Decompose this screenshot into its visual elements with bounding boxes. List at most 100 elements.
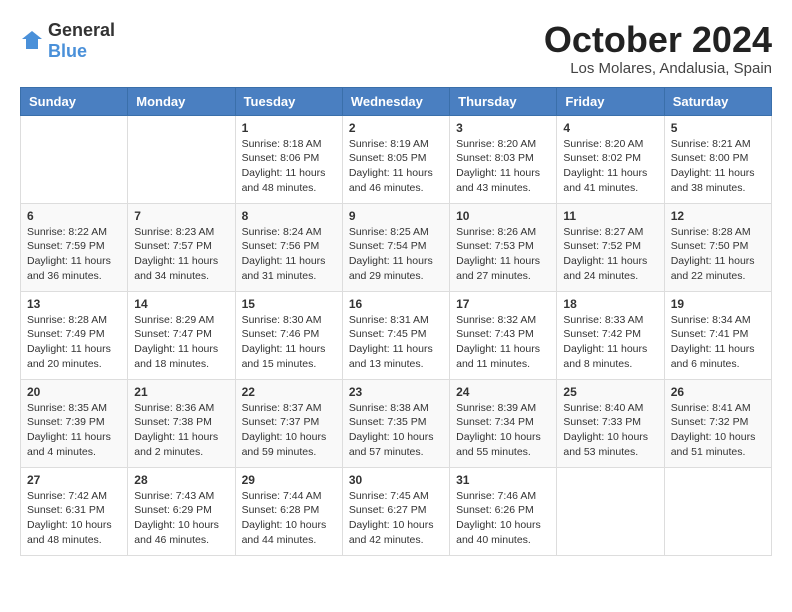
day-info: Sunrise: 7:44 AM Sunset: 6:28 PM Dayligh… [242, 489, 336, 548]
day-info: Sunrise: 8:37 AM Sunset: 7:37 PM Dayligh… [242, 401, 336, 460]
day-info: Sunrise: 8:28 AM Sunset: 7:49 PM Dayligh… [27, 313, 121, 372]
calendar-cell: 27 Sunrise: 7:42 AM Sunset: 6:31 PM Dayli… [21, 467, 128, 555]
day-info: Sunrise: 8:39 AM Sunset: 7:34 PM Dayligh… [456, 401, 550, 460]
calendar-cell: 30Sunrise: 7:45 AM Sunset: 6:27 PM Dayli… [342, 467, 449, 555]
day-info: Sunrise: 8:22 AM Sunset: 7:59 PM Dayligh… [27, 225, 121, 284]
calendar-cell: 13 Sunrise: 8:28 AM Sunset: 7:49 PM Dayli… [21, 291, 128, 379]
calendar-week-row: 20 Sunrise: 8:35 AM Sunset: 7:39 PM Dayli… [21, 379, 772, 467]
day-number: 28 [134, 473, 228, 487]
day-number: 31 [456, 473, 550, 487]
day-number: 22 [242, 385, 336, 399]
day-number: 8 [242, 209, 336, 223]
calendar-week-row: 1 Sunrise: 8:18 AM Sunset: 8:06 PM Daylig… [21, 115, 772, 203]
day-info: Sunrise: 8:18 AM Sunset: 8:06 PM Dayligh… [242, 137, 336, 196]
day-info: Sunrise: 7:42 AM Sunset: 6:31 PM Dayligh… [27, 489, 121, 548]
day-number: 11 [563, 209, 657, 223]
day-number: 10 [456, 209, 550, 223]
logo-text: General Blue [48, 20, 115, 62]
calendar-cell: 15Sunrise: 8:30 AM Sunset: 7:46 PM Dayli… [235, 291, 342, 379]
day-number: 15 [242, 297, 336, 311]
calendar-week-row: 27 Sunrise: 7:42 AM Sunset: 6:31 PM Dayli… [21, 467, 772, 555]
calendar-header-thursday: Thursday [450, 87, 557, 115]
calendar-cell: 3Sunrise: 8:20 AM Sunset: 8:03 PM Daylig… [450, 115, 557, 203]
day-info: Sunrise: 8:27 AM Sunset: 7:52 PM Dayligh… [563, 225, 657, 284]
day-info: Sunrise: 7:43 AM Sunset: 6:29 PM Dayligh… [134, 489, 228, 548]
day-info: Sunrise: 8:28 AM Sunset: 7:50 PM Dayligh… [671, 225, 765, 284]
day-info: Sunrise: 8:24 AM Sunset: 7:56 PM Dayligh… [242, 225, 336, 284]
day-info: Sunrise: 8:26 AM Sunset: 7:53 PM Dayligh… [456, 225, 550, 284]
calendar-cell: 31 Sunrise: 7:46 AM Sunset: 6:26 PM Dayli… [450, 467, 557, 555]
calendar-cell: 20 Sunrise: 8:35 AM Sunset: 7:39 PM Dayli… [21, 379, 128, 467]
calendar-cell: 4 Sunrise: 8:20 AM Sunset: 8:02 PM Daylig… [557, 115, 664, 203]
header: General Blue October 2024 Los Molares, A… [20, 20, 772, 77]
logo: General Blue [20, 20, 115, 62]
calendar-cell: 26 Sunrise: 8:41 AM Sunset: 7:32 PM Dayli… [664, 379, 771, 467]
calendar-cell: 25Sunrise: 8:40 AM Sunset: 7:33 PM Dayli… [557, 379, 664, 467]
day-number: 13 [27, 297, 121, 311]
day-info: Sunrise: 8:41 AM Sunset: 7:32 PM Dayligh… [671, 401, 765, 460]
day-number: 5 [671, 121, 765, 135]
calendar-cell: 11 Sunrise: 8:27 AM Sunset: 7:52 PM Dayli… [557, 203, 664, 291]
calendar-cell [664, 467, 771, 555]
day-info: Sunrise: 7:45 AM Sunset: 6:27 PM Dayligh… [349, 489, 443, 548]
day-info: Sunrise: 8:19 AM Sunset: 8:05 PM Dayligh… [349, 137, 443, 196]
calendar-week-row: 6 Sunrise: 8:22 AM Sunset: 7:59 PM Daylig… [21, 203, 772, 291]
location-title: Los Molares, Andalusia, Spain [544, 60, 772, 77]
calendar-cell: 8 Sunrise: 8:24 AM Sunset: 7:56 PM Daylig… [235, 203, 342, 291]
day-number: 12 [671, 209, 765, 223]
calendar-header-sunday: Sunday [21, 87, 128, 115]
day-number: 7 [134, 209, 228, 223]
day-number: 27 [27, 473, 121, 487]
calendar-cell: 6 Sunrise: 8:22 AM Sunset: 7:59 PM Daylig… [21, 203, 128, 291]
calendar-cell: 9 Sunrise: 8:25 AM Sunset: 7:54 PM Daylig… [342, 203, 449, 291]
calendar-header-row: SundayMondayTuesdayWednesdayThursdayFrid… [21, 87, 772, 115]
day-info: Sunrise: 8:25 AM Sunset: 7:54 PM Dayligh… [349, 225, 443, 284]
day-number: 18 [563, 297, 657, 311]
day-number: 6 [27, 209, 121, 223]
day-number: 14 [134, 297, 228, 311]
logo-icon [20, 29, 44, 53]
day-number: 1 [242, 121, 336, 135]
day-info: Sunrise: 8:34 AM Sunset: 7:41 PM Dayligh… [671, 313, 765, 372]
calendar-cell: 21Sunrise: 8:36 AM Sunset: 7:38 PM Dayli… [128, 379, 235, 467]
calendar-header-tuesday: Tuesday [235, 87, 342, 115]
calendar-cell [21, 115, 128, 203]
calendar-cell: 1 Sunrise: 8:18 AM Sunset: 8:06 PM Daylig… [235, 115, 342, 203]
calendar-header-wednesday: Wednesday [342, 87, 449, 115]
calendar-cell [557, 467, 664, 555]
calendar-cell: 7 Sunrise: 8:23 AM Sunset: 7:57 PM Daylig… [128, 203, 235, 291]
day-info: Sunrise: 8:32 AM Sunset: 7:43 PM Dayligh… [456, 313, 550, 372]
logo-blue: Blue [48, 41, 87, 61]
title-area: October 2024 Los Molares, Andalusia, Spa… [544, 20, 772, 77]
calendar-cell: 12 Sunrise: 8:28 AM Sunset: 7:50 PM Dayli… [664, 203, 771, 291]
calendar-cell: 5 Sunrise: 8:21 AM Sunset: 8:00 PM Daylig… [664, 115, 771, 203]
calendar-header-monday: Monday [128, 87, 235, 115]
day-info: Sunrise: 8:29 AM Sunset: 7:47 PM Dayligh… [134, 313, 228, 372]
calendar-table: SundayMondayTuesdayWednesdayThursdayFrid… [20, 87, 772, 556]
day-number: 20 [27, 385, 121, 399]
day-number: 21 [134, 385, 228, 399]
calendar-cell: 24Sunrise: 8:39 AM Sunset: 7:34 PM Dayli… [450, 379, 557, 467]
calendar-cell: 29Sunrise: 7:44 AM Sunset: 6:28 PM Dayli… [235, 467, 342, 555]
day-info: Sunrise: 8:20 AM Sunset: 8:02 PM Dayligh… [563, 137, 657, 196]
calendar-cell: 19 Sunrise: 8:34 AM Sunset: 7:41 PM Dayli… [664, 291, 771, 379]
day-number: 17 [456, 297, 550, 311]
day-info: Sunrise: 8:38 AM Sunset: 7:35 PM Dayligh… [349, 401, 443, 460]
day-number: 4 [563, 121, 657, 135]
logo-general: General [48, 20, 115, 40]
calendar-cell: 22 Sunrise: 8:37 AM Sunset: 7:37 PM Dayli… [235, 379, 342, 467]
calendar-cell: 18Sunrise: 8:33 AM Sunset: 7:42 PM Dayli… [557, 291, 664, 379]
calendar-cell [128, 115, 235, 203]
day-info: Sunrise: 8:35 AM Sunset: 7:39 PM Dayligh… [27, 401, 121, 460]
day-number: 25 [563, 385, 657, 399]
day-number: 9 [349, 209, 443, 223]
day-info: Sunrise: 8:23 AM Sunset: 7:57 PM Dayligh… [134, 225, 228, 284]
day-info: Sunrise: 7:46 AM Sunset: 6:26 PM Dayligh… [456, 489, 550, 548]
calendar-cell: 23 Sunrise: 8:38 AM Sunset: 7:35 PM Dayli… [342, 379, 449, 467]
day-number: 16 [349, 297, 443, 311]
day-info: Sunrise: 8:21 AM Sunset: 8:00 PM Dayligh… [671, 137, 765, 196]
day-number: 19 [671, 297, 765, 311]
day-number: 26 [671, 385, 765, 399]
day-number: 23 [349, 385, 443, 399]
calendar-header-friday: Friday [557, 87, 664, 115]
